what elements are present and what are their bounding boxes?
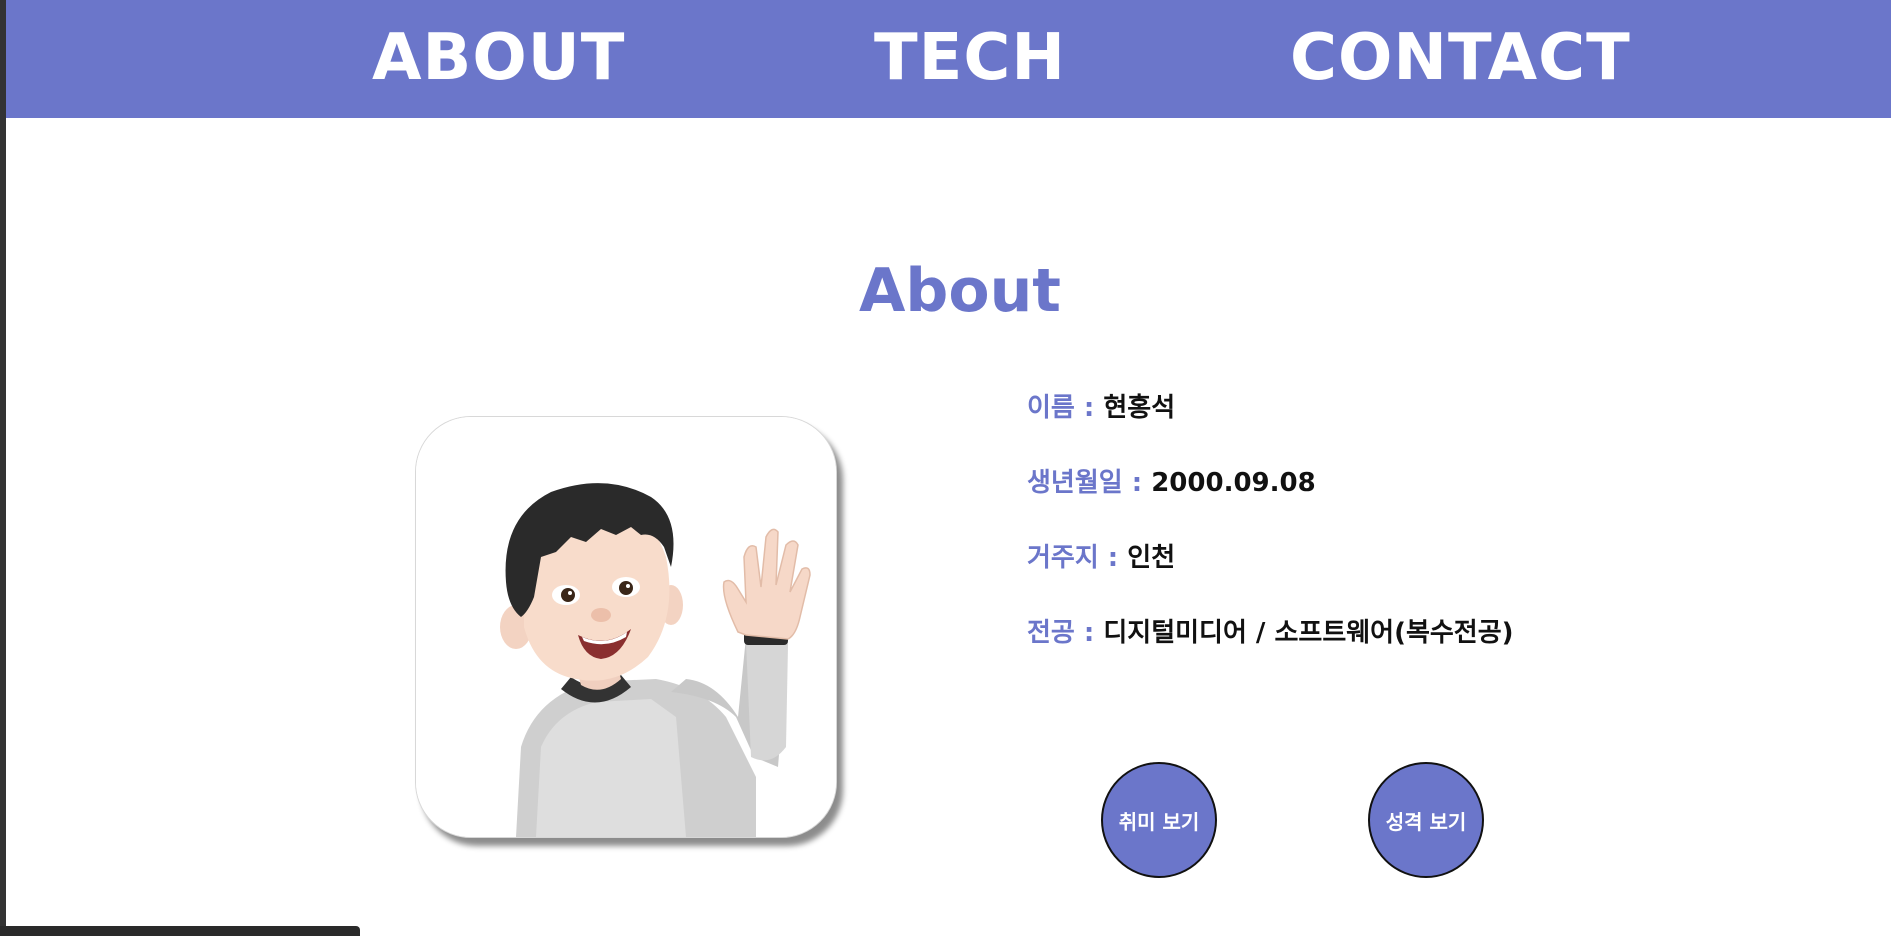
info-row-name: 이름 : 현홍석 (1027, 388, 1175, 428)
waving-avatar-illustration (416, 417, 836, 837)
view-personality-button[interactable]: 성격 보기 (1368, 762, 1484, 878)
info-label-major: 전공 : (1027, 618, 1095, 648)
info-row-major: 전공 : 디지털미디어 / 소프트웨어(복수전공) (1027, 613, 1514, 653)
info-value-name: 현홍석 (1103, 393, 1176, 423)
about-section-title: About (858, 256, 1061, 326)
info-row-birthdate: 생년월일 : 2000.09.08 (1027, 463, 1316, 503)
nav-link-about[interactable]: ABOUT (372, 18, 624, 98)
nav-link-tech[interactable]: TECH (874, 18, 1065, 98)
top-navbar: ABOUT TECH CONTACT (6, 0, 1891, 118)
info-value-major: 디지털미디어 / 소프트웨어(복수전공) (1103, 618, 1514, 648)
profile-image (415, 416, 837, 838)
info-label-name: 이름 : (1027, 393, 1095, 423)
info-label-residence: 거주지 : (1027, 543, 1119, 573)
info-row-residence: 거주지 : 인천 (1027, 538, 1175, 578)
info-label-birthdate: 생년월일 : (1027, 468, 1143, 498)
info-value-birthdate: 2000.09.08 (1151, 468, 1316, 498)
view-hobbies-button[interactable]: 취미 보기 (1101, 762, 1217, 878)
info-value-residence: 인천 (1127, 543, 1176, 573)
bottom-taskbar-edge (0, 926, 360, 936)
window-left-edge (0, 0, 6, 936)
nav-link-contact[interactable]: CONTACT (1290, 18, 1630, 98)
